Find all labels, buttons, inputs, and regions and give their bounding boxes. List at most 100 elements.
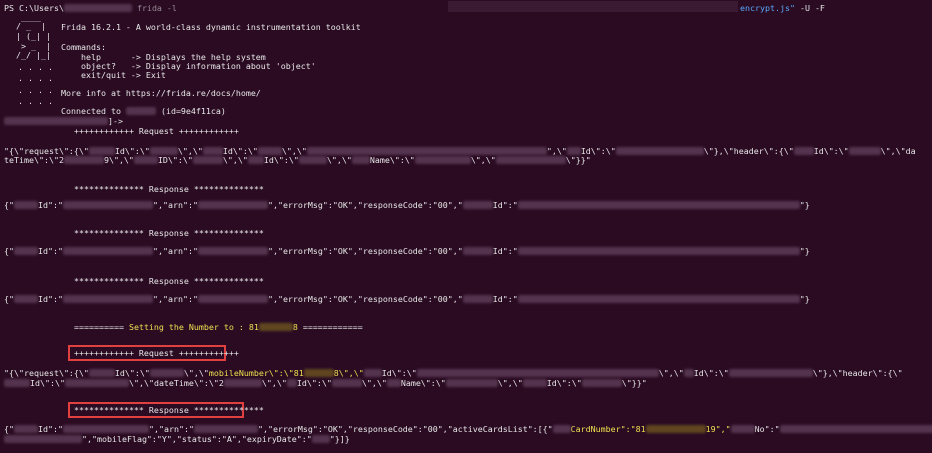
- log-text-segment: "}]}: [329, 434, 350, 444]
- redacted: [4, 117, 108, 125]
- response-2-line: {" Id":" ","arn":" ","errorMsg":"OK","respo…: [4, 246, 810, 256]
- log-text-segment: Id\":\": [296, 378, 332, 388]
- redacted-blur: [149, 147, 178, 155]
- redacted-blur: [462, 247, 493, 255]
- log-text-segment: Id":": [38, 200, 63, 210]
- prompt-script: encrypt.js": [740, 3, 795, 13]
- redacted-blur: [517, 247, 800, 255]
- log-text-segment: \",\"dateTime\":\"2: [128, 378, 224, 388]
- redacted-blur: [779, 425, 932, 433]
- redacted-blur: [306, 147, 547, 155]
- redacted-blur: [683, 369, 694, 377]
- redacted-blur: [14, 247, 38, 255]
- logo-line-8: . . . .: [18, 96, 53, 106]
- log-text-segment: \",\": [497, 378, 523, 388]
- log-text-segment: 19",": [705, 424, 731, 434]
- log-text-segment: ============: [297, 322, 363, 332]
- log-text-segment: Id":": [38, 294, 63, 304]
- log-text-segment: \"},\"header\":{\": [812, 368, 903, 378]
- redacted-blur: [286, 379, 297, 387]
- log-text-segment: \"}}": [565, 155, 591, 165]
- log-text-segment: ","arn":": [152, 246, 198, 256]
- log-text-segment: (id=9e4f11ca): [160, 106, 226, 116]
- setting-number-line: ========== Setting the Number to : 81 8 =…: [74, 322, 363, 332]
- redacted-blur: [517, 295, 800, 303]
- log-text-segment: Name\":\": [369, 155, 415, 165]
- log-text-segment: Id\":\": [813, 146, 849, 156]
- log-text-segment: Name\":\": [400, 378, 446, 388]
- log-text-segment: Id":": [492, 294, 518, 304]
- redacted-blur: [848, 147, 881, 155]
- log-text-segment: Id":": [492, 200, 518, 210]
- redacted-blur: [351, 156, 370, 164]
- redacted-blur: [495, 156, 566, 164]
- redacted-blur: [730, 425, 755, 433]
- connected-line: Connected to (id=9e4f11ca): [61, 106, 226, 116]
- log-text-segment: Id":": [492, 246, 518, 256]
- redacted-blur: [303, 369, 334, 377]
- response-header-3: ************** Response **************: [74, 276, 264, 286]
- log-text-segment: {": [4, 200, 14, 210]
- redacted-blur: [331, 379, 362, 387]
- prompt-command: frida -l: [136, 3, 177, 13]
- repl-prompt[interactable]: ]->: [4, 116, 123, 126]
- request-1-line-2: teTime\":\"2 9\",\" ID\":\" \",\" Id\":\" \",…: [4, 155, 591, 165]
- setting-number-text: Setting the Number to : 81: [128, 322, 259, 332]
- redacted-blur: [793, 147, 814, 155]
- log-text-segment: ","errorMsg":"OK","responseCode":"00",": [267, 246, 463, 256]
- log-text-segment: ]->: [108, 116, 123, 126]
- redacted-blur: [517, 201, 800, 209]
- terminal-window[interactable]: PS C:\Users\ frida -l encrypt.js" -U -F …: [0, 0, 932, 453]
- request-2-line-2: Id\":\" \",\"dateTime\":\"2 \",\" Id\":\" \"…: [4, 378, 647, 388]
- title-redaction: [448, 1, 738, 12]
- log-text-segment: \",\": [361, 378, 387, 388]
- redacted: [125, 107, 156, 115]
- mobile-number-field: mobileNumber\":\"81: [208, 368, 304, 378]
- response-1-line: {" Id":" ","arn":" ","errorMsg":"OK","respo…: [4, 200, 810, 210]
- log-text-segment: ","errorMsg":"OK","responseCode":"00","a…: [257, 424, 553, 434]
- redacted-blur: [645, 425, 706, 433]
- log-text-segment: Id\":\": [546, 378, 582, 388]
- prompt-tail: encrypt.js" -U -F: [740, 3, 825, 13]
- command-exit: exit/quit -> Exit: [61, 70, 166, 80]
- log-text-segment: \",\": [470, 155, 496, 165]
- redacted-blur: [14, 201, 38, 209]
- redacted-blur: [63, 156, 104, 164]
- redacted-blur: [445, 379, 498, 387]
- log-text-segment: "{\"request\":{\": [4, 368, 89, 378]
- response-4-line-1: {" Id":" ","arn":" ","errorMsg":"OK","respo…: [4, 424, 932, 434]
- redacted-blur: [88, 147, 115, 155]
- redacted-blur: [462, 201, 493, 209]
- log-text-segment: ==========: [74, 322, 129, 332]
- card-number-field: CardNumber":"81: [570, 424, 646, 434]
- log-text-segment: \",\"da: [880, 146, 916, 156]
- banner-title: Frida 16.2.1 - A world-class dynamic ins…: [61, 22, 361, 32]
- log-text-segment: Id":": [38, 246, 63, 256]
- response-header-2: ************** Response **************: [74, 228, 264, 238]
- logo-line-1: / _ |: [16, 21, 46, 31]
- redacted-blur: [197, 201, 268, 209]
- redacted-blur: [133, 156, 158, 164]
- commands-header: Commands:: [61, 42, 106, 52]
- logo-line-6: . . . .: [18, 73, 53, 83]
- redacted-blur: [62, 201, 153, 209]
- log-text-segment: Id\":\": [114, 368, 150, 378]
- request-header-2: ++++++++++++ Request ++++++++++++: [74, 348, 239, 358]
- log-text-segment: \",\": [326, 155, 352, 165]
- log-text-segment: ","errorMsg":"OK","responseCode":"00",": [267, 294, 463, 304]
- log-text-segment: 8\",\": [333, 368, 364, 378]
- log-text-segment: ","arn":": [148, 424, 194, 434]
- log-text-segment: \",\": [658, 368, 684, 378]
- redacted-blur: [247, 156, 264, 164]
- log-text-segment: Id\":\": [30, 378, 65, 388]
- log-text-segment: "}: [799, 294, 810, 304]
- redacted-blur: [62, 425, 149, 433]
- log-text-segment: \"},\"header\":{\": [703, 146, 794, 156]
- log-text-segment: ","arn":": [152, 200, 198, 210]
- redacted: [63, 4, 132, 12]
- redacted-blur: [552, 425, 571, 433]
- redacted-blur: [4, 435, 82, 443]
- request-2-line-1: "{\"request\":{\" Id\":\" \",\" mobileNumbe…: [4, 368, 903, 378]
- log-text-segment: teTime\":\"2: [4, 155, 64, 165]
- log-text-segment: \"}}": [621, 378, 647, 388]
